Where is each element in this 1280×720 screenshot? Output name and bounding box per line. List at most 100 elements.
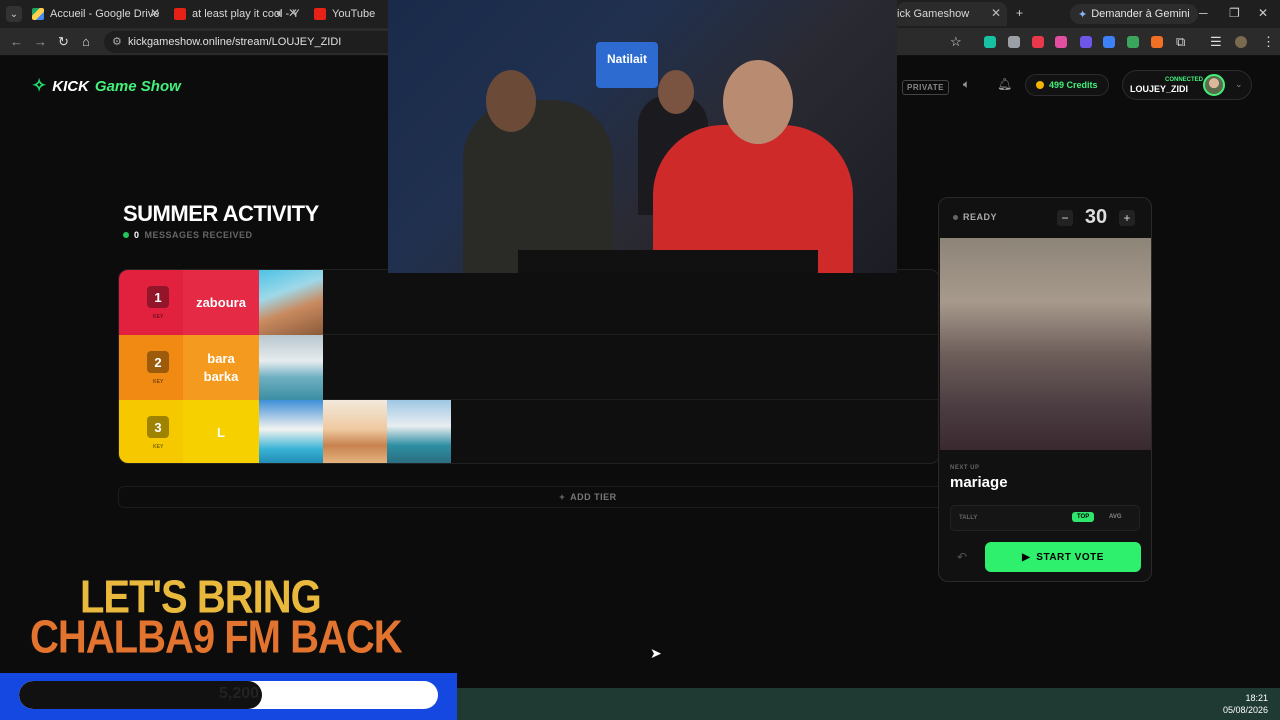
user-menu[interactable]: CONNECTED LOUJEY_ZIDI ⌄ — [1122, 70, 1252, 100]
extensions-puzzle-icon[interactable]: ⧉ — [1176, 34, 1185, 50]
timer-control: − 30 + — [1057, 206, 1135, 229]
voting-panel: READY − 30 + NEXT UP mariage TALLY TOP A… — [938, 197, 1152, 582]
live-dot-icon — [123, 232, 129, 238]
clock-time: 18:21 — [1245, 693, 1268, 703]
maximize-icon[interactable]: ❐ — [1229, 6, 1240, 20]
status-indicator: READY — [953, 212, 997, 222]
kebab-menu-icon[interactable]: ⋮ — [1262, 34, 1275, 50]
start-vote-label: START VOTE — [1036, 551, 1104, 563]
tab-google-drive[interactable]: Accueil - Google Drive ✕ — [26, 2, 166, 26]
tab-kick-gameshow[interactable]: ick Gameshow ✕ — [897, 2, 1007, 26]
mouse-cursor-icon: ➤ — [650, 645, 662, 661]
gemini-icon: ✦ — [1078, 8, 1088, 21]
tab-youtube[interactable]: YouTube — [308, 2, 388, 26]
tier-row: 1 KEY zaboura — [119, 270, 939, 335]
extension-icon[interactable] — [1032, 36, 1044, 48]
new-tab-icon[interactable]: + — [1016, 6, 1023, 20]
system-clock[interactable]: 18:21 05/08/2026 — [1223, 692, 1268, 716]
close-window-icon[interactable]: ✕ — [1258, 6, 1268, 20]
tier-badge[interactable]: 3 KEY — [119, 400, 183, 463]
back-icon[interactable]: ← — [10, 34, 23, 49]
desk — [518, 250, 818, 273]
reload-icon[interactable]: ↻ — [58, 34, 69, 50]
bookmark-star-icon[interactable]: ☆ — [950, 34, 962, 50]
extension-icon[interactable] — [984, 36, 996, 48]
tier-label[interactable]: bara barka — [183, 335, 259, 400]
extension-icon[interactable] — [1008, 36, 1020, 48]
volume-icon[interactable]: 🔈︎ — [963, 77, 970, 92]
background-sign: Natilait — [596, 42, 658, 88]
tier-row: 2 KEY bara barka — [119, 335, 939, 400]
tally-avg-option[interactable]: AVG — [1109, 514, 1122, 520]
tier-label[interactable]: zaboura — [183, 270, 259, 335]
url-text: kickgameshow.online/stream/LOUJEY_ZIDI — [128, 36, 342, 48]
profile-avatar-icon[interactable] — [1235, 36, 1247, 48]
messages-count: 0 — [134, 230, 140, 240]
kick-gameshow-logo[interactable]: ✧ KICK Game Show — [32, 76, 181, 96]
start-vote-button[interactable]: ▶ START VOTE — [985, 542, 1141, 572]
close-icon[interactable]: ✕ — [288, 6, 298, 20]
tier-item-image[interactable] — [259, 335, 323, 400]
avatar — [1203, 74, 1225, 96]
private-badge: PRIVATE — [902, 80, 949, 95]
tab-title: ick Gameshow — [897, 8, 970, 20]
status-text: READY — [963, 212, 998, 222]
tier-item-image[interactable] — [259, 400, 323, 463]
gemini-button[interactable]: ✦ Demander à Gemini — [1070, 4, 1198, 24]
chevron-down-icon: ⌄ — [1235, 79, 1243, 89]
decrease-timer-button[interactable]: − — [1057, 209, 1073, 226]
forward-icon[interactable]: → — [34, 34, 47, 49]
person-head — [658, 70, 694, 114]
tally-top-option[interactable]: TOP — [1072, 512, 1095, 522]
logo-gameshow-text: Game Show — [94, 77, 181, 95]
tier-item-image[interactable] — [387, 400, 451, 463]
tab-search-button[interactable]: ⌄ — [6, 6, 22, 22]
taskbar: 18:21 05/08/2026 — [457, 688, 1280, 720]
tier-label[interactable]: L — [183, 400, 259, 463]
play-icon: ▶ — [1022, 551, 1031, 563]
add-tier-button[interactable]: + ADD TIER — [118, 486, 1058, 508]
next-up-name: mariage — [950, 474, 1008, 491]
clock-date: 05/08/2026 — [1222, 705, 1268, 715]
coin-icon — [1036, 81, 1044, 89]
messages-label: MESSAGES RECEIVED — [144, 230, 253, 240]
tier-key-label: KEY — [153, 444, 164, 450]
undo-icon[interactable]: ↶ — [957, 550, 967, 564]
tier-number: 1 — [147, 286, 169, 308]
messages-counter: 0 MESSAGES RECEIVED — [123, 230, 253, 240]
sparkle-icon: ✧ — [32, 76, 47, 95]
tier-badge[interactable]: 2 KEY — [119, 335, 183, 400]
increase-timer-button[interactable]: + — [1119, 209, 1135, 226]
site-info-icon[interactable]: ⚙ — [112, 35, 122, 48]
goal-track: 5,200 — [19, 681, 438, 709]
tier-key-label: KEY — [153, 314, 164, 320]
next-up-label: NEXT UP — [950, 465, 980, 471]
google-drive-icon — [32, 8, 44, 20]
tier-number: 3 — [147, 416, 169, 438]
close-icon[interactable]: ✕ — [150, 6, 160, 20]
extension-icon[interactable] — [1055, 36, 1067, 48]
tier-key-label: KEY — [153, 379, 164, 385]
extension-icon[interactable] — [1127, 36, 1139, 48]
close-icon[interactable]: ✕ — [991, 6, 1001, 20]
home-icon[interactable]: ⌂ — [82, 34, 90, 49]
plus-icon: + — [559, 492, 566, 502]
tier-item-image[interactable] — [323, 400, 387, 463]
reading-list-icon[interactable]: ☰ — [1210, 34, 1222, 50]
username: LOUJEY_ZIDI — [1130, 84, 1189, 94]
minimize-icon[interactable]: ─ — [1199, 6, 1208, 20]
tier-badge[interactable]: 1 KEY — [119, 270, 183, 335]
extension-icon[interactable] — [1151, 36, 1163, 48]
status-dot-icon — [953, 214, 958, 220]
gemini-label: Demander à Gemini — [1091, 8, 1190, 20]
bell-icon[interactable]: 🔔︎ — [997, 77, 1012, 91]
tab-youtube-video[interactable]: at least play it cool - Y 🔈︎ ✕ — [168, 2, 304, 26]
extension-icon[interactable] — [1103, 36, 1115, 48]
tier-item-image[interactable] — [259, 270, 323, 335]
address-bar[interactable]: ⚙ kickgameshow.online/stream/LOUJEY_ZIDI — [104, 31, 434, 53]
credits-badge[interactable]: 499 Credits — [1025, 74, 1109, 96]
extension-icon[interactable] — [1080, 36, 1092, 48]
person-head — [486, 70, 536, 132]
promo-text-line2: CHALBA9 FM BACK — [30, 612, 403, 663]
speaker-icon[interactable]: 🔈︎ — [277, 6, 284, 21]
